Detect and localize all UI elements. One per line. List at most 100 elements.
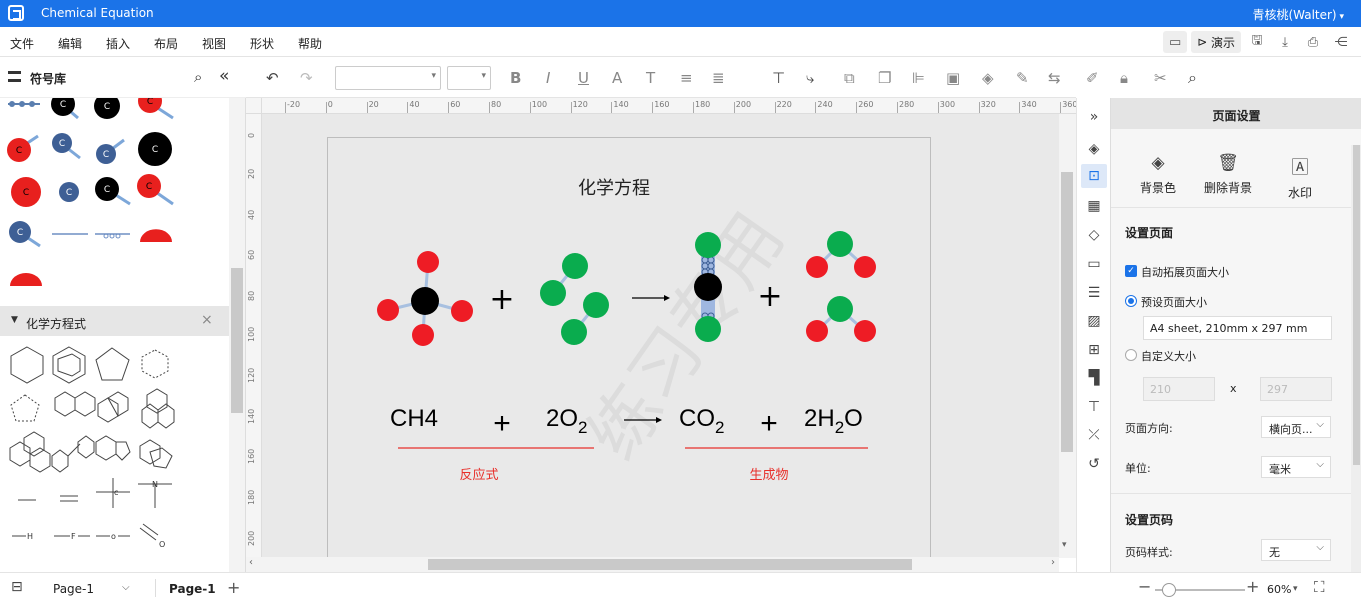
- layers-icon[interactable]: ◇: [1085, 226, 1103, 244]
- style-fill-icon[interactable]: ◈: [1085, 140, 1103, 158]
- download-icon[interactable]: ⤓: [1273, 31, 1297, 53]
- align-icon[interactable]: ≡: [680, 69, 693, 87]
- present-screen-icon[interactable]: ▭: [1163, 31, 1188, 53]
- add-page-icon[interactable]: +: [227, 578, 240, 597]
- shuffle-icon[interactable]: ⤫: [1085, 426, 1103, 444]
- redo-icon[interactable]: ↷: [300, 69, 313, 87]
- canvas-vertical-scrollbar[interactable]: ▾: [1059, 114, 1076, 558]
- page-setup-icon[interactable]: ⊡: [1081, 164, 1107, 188]
- grid-icon[interactable]: ▦: [1085, 197, 1103, 215]
- scrollbar-thumb[interactable]: [428, 559, 912, 570]
- background-color-button[interactable]: ◈ 背景色: [1123, 153, 1193, 196]
- expand-panel-icon[interactable]: »: [1085, 108, 1103, 126]
- drawing-canvas[interactable]: 练习专用 化学方程 + + CH4 + 2O2 CO2 + 2H2O 反应式 生…: [262, 114, 1059, 558]
- co2-molecule[interactable]: [694, 232, 722, 342]
- align-objects-icon[interactable]: ⊫: [912, 69, 925, 87]
- collapse-icon[interactable]: «: [219, 66, 229, 86]
- page-selector[interactable]: Page-1: [53, 582, 94, 596]
- close-section-icon[interactable]: ×: [201, 312, 213, 328]
- preset-size-field[interactable]: A4 sheet, 210mm x 297 mm: [1143, 316, 1332, 340]
- font-color-icon[interactable]: A: [612, 69, 622, 87]
- zoom-in-icon[interactable]: +: [1246, 577, 1259, 596]
- menu-insert[interactable]: 插入: [106, 35, 130, 52]
- diagram-page[interactable]: 练习专用 化学方程 + + CH4 + 2O2 CO2 + 2H2O 反应式 生…: [327, 137, 931, 558]
- group-icon[interactable]: ▣: [946, 69, 960, 87]
- menu-help[interactable]: 帮助: [298, 35, 322, 52]
- presentation-icon[interactable]: ▭: [1085, 255, 1103, 273]
- scrollbar-thumb[interactable]: [1353, 145, 1360, 465]
- text-box-icon[interactable]: ⊤: [772, 69, 785, 87]
- scroll-down-icon[interactable]: ▾: [1062, 540, 1067, 550]
- underline-icon[interactable]: U: [578, 69, 589, 87]
- arrange-front-icon[interactable]: ⧉: [844, 69, 855, 87]
- save-icon[interactable]: 🖫: [1245, 31, 1269, 53]
- page-view-icon[interactable]: ⊟: [11, 579, 23, 595]
- watermark-button[interactable]: 🄰 水印: [1265, 153, 1335, 201]
- auto-expand-checkbox[interactable]: ✓: [1125, 265, 1137, 277]
- zoom-slider-handle[interactable]: [1162, 583, 1176, 597]
- scroll-right-icon[interactable]: ›: [1051, 557, 1055, 568]
- orientation-select[interactable]: 横向页...: [1261, 416, 1331, 438]
- arrange-back-icon[interactable]: ❐: [878, 69, 891, 87]
- o2-molecules[interactable]: [540, 253, 609, 345]
- menu-file[interactable]: 文件: [10, 35, 34, 52]
- undo-icon[interactable]: ↶: [266, 69, 279, 87]
- lock-icon[interactable]: 🔒︎: [1120, 69, 1128, 87]
- custom-size-radio[interactable]: [1125, 349, 1137, 361]
- search-icon[interactable]: ⌕: [194, 68, 202, 86]
- layout-icon[interactable]: ▜: [1085, 369, 1103, 387]
- find-icon[interactable]: ⌕: [1188, 68, 1197, 88]
- svg-text:C: C: [16, 146, 22, 156]
- height-field[interactable]: 297: [1260, 377, 1332, 401]
- line-color-icon[interactable]: ✎: [1016, 69, 1029, 87]
- zoom-level[interactable]: 60%: [1267, 583, 1291, 596]
- ruler-corner: [246, 98, 262, 114]
- zoom-dropdown-icon[interactable]: ▾: [1293, 584, 1298, 594]
- menu-shape[interactable]: 形状: [250, 35, 274, 52]
- line-spacing-icon[interactable]: ≣: [712, 69, 725, 87]
- remove-background-button[interactable]: 🗑︎ 删除背景: [1193, 153, 1263, 196]
- italic-icon[interactable]: I: [546, 69, 550, 87]
- user-menu[interactable]: 青核桃(Walter): [1252, 6, 1344, 23]
- scrollbar-thumb[interactable]: [231, 268, 243, 413]
- line-style-icon[interactable]: ⇆: [1048, 69, 1061, 87]
- panel-scrollbar[interactable]: [1351, 145, 1361, 572]
- width-field[interactable]: 210: [1143, 377, 1215, 401]
- fullscreen-icon[interactable]: ⛶: [1314, 578, 1325, 596]
- menu-layout[interactable]: 布局: [154, 35, 178, 52]
- page-number-style-select[interactable]: 无: [1261, 539, 1331, 561]
- format-painter-icon[interactable]: ⊤: [1085, 398, 1103, 416]
- data-icon[interactable]: ☰: [1085, 284, 1103, 302]
- text-style-icon[interactable]: T: [646, 69, 655, 87]
- font-family-select[interactable]: [335, 66, 441, 90]
- connector-icon[interactable]: ⤷: [806, 69, 814, 87]
- history-icon[interactable]: ↺: [1085, 455, 1103, 473]
- fill-icon[interactable]: ◈: [982, 69, 994, 87]
- preset-size-radio[interactable]: [1125, 295, 1137, 307]
- chevron-down-icon[interactable]: ⌵: [122, 582, 130, 593]
- h2o-molecules[interactable]: [806, 231, 876, 342]
- menu-view[interactable]: 视图: [202, 35, 226, 52]
- ch4-molecule[interactable]: [377, 251, 473, 346]
- scroll-left-icon[interactable]: ‹: [249, 557, 253, 568]
- canvas-horizontal-scrollbar[interactable]: ‹ ›: [246, 557, 1059, 572]
- left-panel-scrollbar[interactable]: [229, 98, 245, 572]
- formula-o2: 2O2: [546, 405, 587, 437]
- font-size-select[interactable]: [447, 66, 491, 90]
- unit-select[interactable]: 毫米: [1261, 456, 1331, 478]
- zoom-out-icon[interactable]: −: [1138, 577, 1151, 596]
- share-icon[interactable]: ⋲: [1329, 31, 1353, 53]
- bold-icon[interactable]: B: [510, 69, 521, 87]
- page-tab[interactable]: Page-1: [169, 582, 216, 596]
- tools-icon[interactable]: ✂: [1154, 69, 1167, 87]
- menu-edit[interactable]: 编辑: [58, 35, 82, 52]
- scrollbar-thumb[interactable]: [1061, 172, 1073, 452]
- expand-arrow-icon[interactable]: ▼: [11, 315, 18, 325]
- edit-icon[interactable]: ✐: [1086, 69, 1099, 87]
- image-icon[interactable]: ▨: [1085, 312, 1103, 330]
- present-button[interactable]: ⊳ 演示: [1191, 31, 1241, 53]
- ruler-tick-label: 20: [247, 168, 256, 179]
- chemical-equation-section[interactable]: ▼ 化学方程式 ×: [0, 306, 229, 336]
- print-icon[interactable]: ⎙: [1301, 31, 1325, 53]
- org-chart-icon[interactable]: ⊞: [1085, 341, 1103, 359]
